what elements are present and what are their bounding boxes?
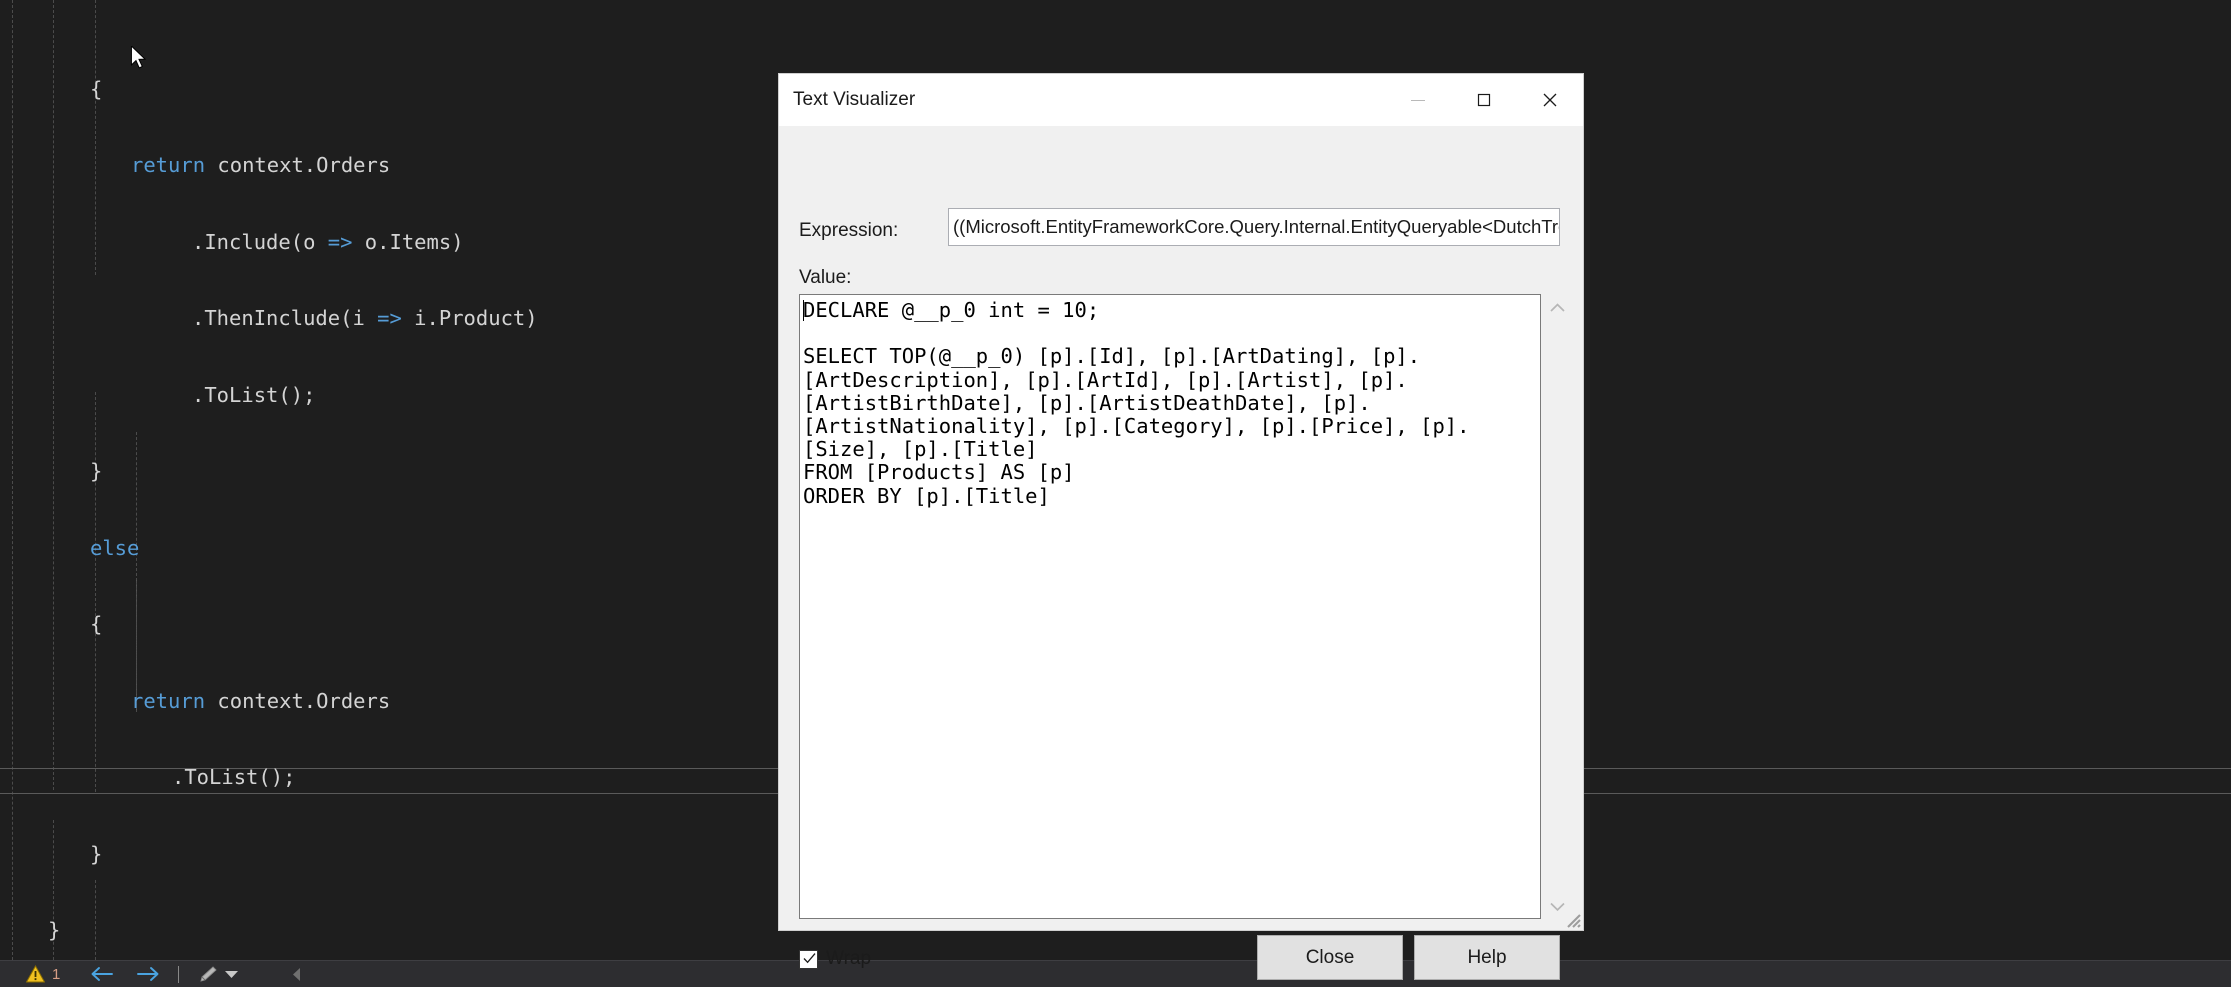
wrap-label: Wrap	[826, 948, 872, 969]
expression-label: Expression:	[799, 220, 899, 241]
nav-forward-button[interactable]	[122, 961, 168, 987]
collapse-pane-button[interactable]	[284, 961, 309, 987]
window-buttons	[1385, 74, 1583, 126]
arrow-right-icon	[137, 967, 159, 981]
status-separator	[178, 965, 180, 983]
wrap-checkbox[interactable]	[799, 949, 818, 969]
value-vertical-scrollbar[interactable]	[1544, 294, 1570, 919]
format-tool-button[interactable]	[189, 961, 246, 987]
paintbrush-icon	[200, 966, 217, 982]
minimize-button[interactable]	[1385, 74, 1451, 126]
wrap-checkbox-row[interactable]: Wrap	[799, 948, 871, 970]
maximize-button[interactable]	[1451, 74, 1517, 126]
arrow-left-icon	[91, 967, 114, 981]
checkmark-icon	[803, 952, 816, 963]
resize-grip-icon[interactable]	[1561, 908, 1581, 928]
value-textarea[interactable]: DECLARE @__p_0 int = 10; SELECT TOP(@__p…	[799, 294, 1541, 919]
status-bar: 1	[0, 960, 2231, 987]
warning-count: 1	[52, 965, 61, 983]
maximize-icon	[1477, 93, 1491, 107]
scroll-up-button[interactable]	[1544, 294, 1570, 320]
text-visualizer-dialog: Text Visualizer Expression: ((Microsoft.…	[779, 74, 1583, 980]
close-icon	[1543, 93, 1557, 107]
value-text: DECLARE @__p_0 int = 10; SELECT TOP(@__p…	[803, 298, 1470, 508]
minimize-icon	[1411, 100, 1425, 101]
dialog-title-bar[interactable]: Text Visualizer	[779, 74, 1583, 126]
dialog-title: Text Visualizer	[793, 89, 916, 110]
chevron-up-icon	[1549, 302, 1565, 312]
chevron-down-icon	[225, 970, 239, 978]
nav-back-button[interactable]	[68, 961, 122, 987]
close-button-titlebar[interactable]	[1517, 74, 1583, 126]
help-button[interactable]: Help	[1414, 935, 1560, 980]
warning-triangle-icon	[26, 965, 45, 983]
expression-input[interactable]: ((Microsoft.EntityFrameworkCore.Query.In…	[948, 208, 1560, 246]
screen: { return context.Orders .Include(o => o.…	[0, 0, 2231, 987]
chevron-left-icon	[293, 967, 301, 981]
warning-indicator[interactable]: 1	[0, 961, 68, 987]
value-label: Value:	[799, 267, 852, 288]
close-button[interactable]: Close	[1257, 935, 1403, 980]
